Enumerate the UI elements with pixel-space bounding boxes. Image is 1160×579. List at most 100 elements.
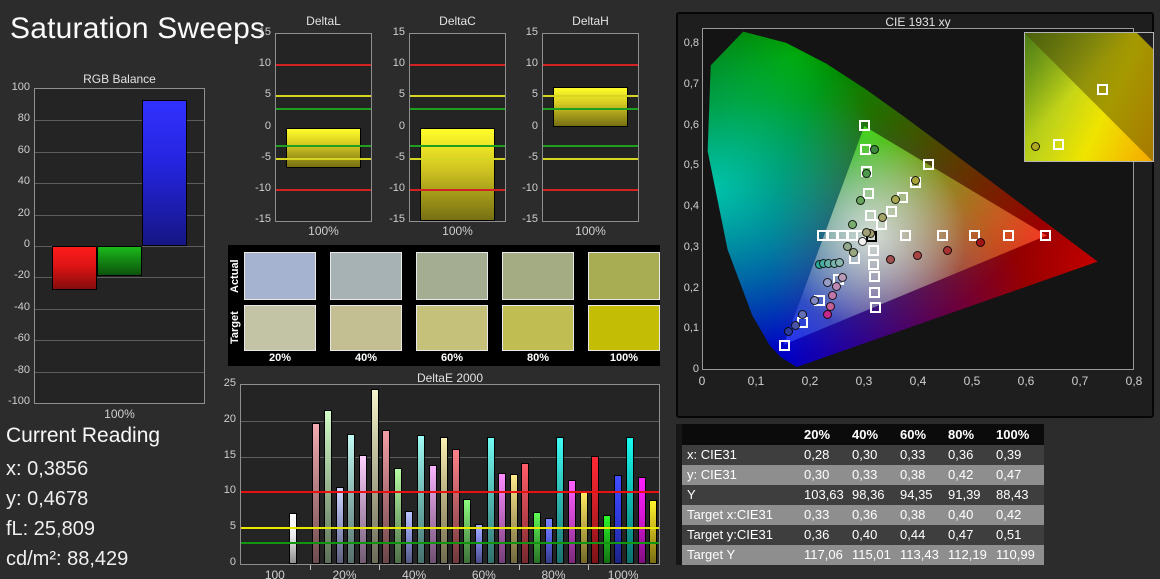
delta_c-bar xyxy=(419,127,495,221)
delta-e-bar xyxy=(416,435,425,564)
delta_l-refline xyxy=(276,188,371,191)
rgb-bar-red xyxy=(52,246,97,290)
delta_h-refline xyxy=(543,64,638,67)
rgb-balance-chart: RGB Balance 100% 100 80 60 40 20 0 -20 -40 -60 -8… xyxy=(0,70,222,426)
delta-l-chart: DeltaL 100% 15 10 5 0 -5 -10 -15 xyxy=(242,12,376,240)
cie-target-marker xyxy=(900,229,911,241)
cie-target-marker xyxy=(867,244,879,256)
rgb-gridline xyxy=(35,308,204,310)
table-cell: 0,28 xyxy=(804,447,830,462)
delta-e-2000-chart: DeltaE 2000 100 20% 40% 60% 80% 100% 0 5 10 15 20 2… xyxy=(200,370,678,579)
table-cell: 91,39 xyxy=(948,487,981,502)
table-header-cell: 100% xyxy=(996,427,1030,442)
table-header-cell: 80% xyxy=(948,427,975,442)
delta_h-refline xyxy=(543,157,638,160)
cie-xtick-label: 0,5 xyxy=(963,374,981,388)
delta-e-axis-tick xyxy=(309,565,311,570)
cie-target-marker xyxy=(1002,229,1014,241)
cie-measured-point xyxy=(975,238,985,248)
reading-fL: fL: 25,809 xyxy=(6,518,95,540)
cie-measured-point xyxy=(942,245,952,255)
delta-e-bar xyxy=(370,389,379,564)
delta-e-bar xyxy=(498,473,507,564)
rgb-bar-blue xyxy=(142,99,187,246)
table-cell: 0,38 xyxy=(900,507,926,522)
table-header-row: 20% 40% 60% 80% 100% xyxy=(676,424,1044,445)
delta-h-xlabel: 100% xyxy=(575,224,606,238)
rgb-gridline xyxy=(35,340,204,342)
swatch-actual-20% xyxy=(244,252,316,300)
saturation-sweeps-page: Saturation Sweeps RGB Balance 100% 100 80… xyxy=(0,0,1160,579)
cie-ytick-label: 0,5 xyxy=(683,159,699,172)
delta-e-bar xyxy=(451,449,460,564)
cie-inset-target-marker xyxy=(1097,84,1108,96)
delta-e-refline xyxy=(241,491,659,494)
rgb-ytick-label: 20 xyxy=(17,206,30,219)
delta_l-ytick-label: 10 xyxy=(258,57,271,70)
cie-xtick-label: 0,1 xyxy=(747,374,765,388)
swatch-actual-100% xyxy=(588,252,660,300)
table-cell: 112,19 xyxy=(948,547,987,562)
cie-inset-measured-point xyxy=(1031,142,1041,152)
table-cell: 0,36 xyxy=(852,507,878,522)
swatch-actual-80% xyxy=(502,252,574,300)
delta_c-ytick-label: 5 xyxy=(398,88,405,101)
table-row: Target Y 117,06 115,01 113,43 112,19 110,99 xyxy=(676,545,1044,565)
table-cell: 0,33 xyxy=(900,447,926,462)
table-row-label: x: CIE31 xyxy=(687,447,737,462)
rgb-ytick-label: -40 xyxy=(14,300,30,313)
swatch-actual-60% xyxy=(416,252,488,300)
swatch-target-40% xyxy=(330,305,402,351)
table-cell: 113,43 xyxy=(900,547,939,562)
rgb-ytick-label: 40 xyxy=(17,175,30,188)
cie-measured-point xyxy=(847,219,857,229)
table-cell: 0,47 xyxy=(996,467,1022,482)
delta_c-refline xyxy=(410,157,505,160)
cie-measured-point xyxy=(834,258,844,268)
rgb-gridline xyxy=(35,371,204,373)
cie-target-marker xyxy=(936,229,948,241)
table-cell: 98,36 xyxy=(852,487,885,502)
delta_c-ytick-label: -15 xyxy=(389,213,405,225)
cie-target-marker xyxy=(868,271,880,283)
delta-e-group-label: 20% xyxy=(332,568,357,579)
cie-ytick-label: 0,1 xyxy=(683,322,699,335)
table-cell: 0,40 xyxy=(948,507,974,522)
cie-target-marker xyxy=(870,301,882,313)
delta-e-bar xyxy=(533,512,542,564)
cie-target-marker xyxy=(885,205,897,217)
delta-e-bar xyxy=(591,455,600,564)
cie-target-marker xyxy=(778,340,790,352)
delta-h-title: DeltaH xyxy=(572,14,609,28)
delta-l-title: DeltaL xyxy=(306,14,341,28)
delta-e-axis-tick xyxy=(588,565,590,570)
swatch-comparison-panel: Actual Target 20% 40% 60% 80% 100% xyxy=(228,245,660,366)
swatch-target-60% xyxy=(416,305,488,351)
delta_c-ytick-label: 0 xyxy=(398,119,405,132)
table-row: x: CIE31 0,28 0,30 0,33 0,36 0,39 xyxy=(676,445,1044,465)
current-reading-heading: Current Reading xyxy=(6,424,161,447)
cie-target-marker xyxy=(923,159,935,171)
delta_h-ytick-label: 15 xyxy=(525,26,538,38)
swatch-row-label-actual: Actual xyxy=(229,259,241,293)
page-title: Saturation Sweeps xyxy=(10,12,266,45)
delta-h-plot xyxy=(542,33,639,222)
delta-e-group-label: 100 xyxy=(264,568,285,579)
cie-target-marker xyxy=(869,286,881,298)
cie-xtick-label: 0 xyxy=(698,374,706,388)
table-row-label: Target Y xyxy=(687,547,736,562)
delta-e-bar xyxy=(463,498,472,564)
cie-xtick-label: 0,6 xyxy=(1017,374,1035,388)
cie-target-marker xyxy=(868,258,880,270)
table-cell: 110,99 xyxy=(996,547,1035,562)
table-cell: 0,30 xyxy=(852,447,878,462)
delta-e-bar xyxy=(614,475,623,564)
cie-inset-target-marker xyxy=(1052,138,1064,150)
delta_h-refline xyxy=(543,107,638,110)
delta_c-refline xyxy=(410,188,505,191)
table-cell: 88,43 xyxy=(996,487,1029,502)
table-cell: 0,42 xyxy=(996,507,1022,522)
swatch-col-label: 20% xyxy=(268,352,292,364)
delta-e-axis-tick xyxy=(379,565,381,570)
rgb-ytick-label: 60 xyxy=(17,143,30,156)
